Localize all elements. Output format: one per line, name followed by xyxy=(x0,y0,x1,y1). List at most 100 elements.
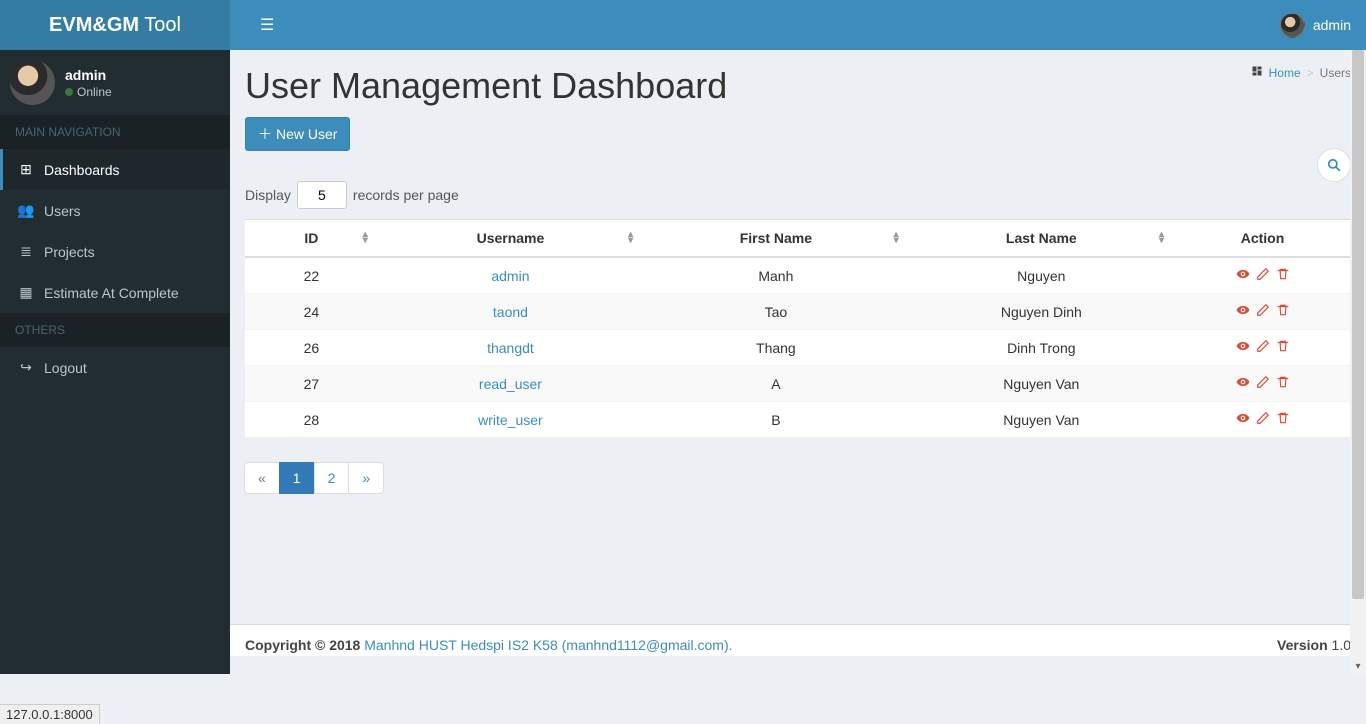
records-per-page-input[interactable] xyxy=(297,181,347,209)
cell-id: 26 xyxy=(245,330,378,366)
display-suffix: records per page xyxy=(353,187,459,203)
hamburger-icon[interactable]: ☰ xyxy=(245,0,289,50)
page-1[interactable]: 1 xyxy=(280,462,315,494)
col-last[interactable]: Last Name▴▾ xyxy=(909,220,1174,258)
view-icon[interactable] xyxy=(1236,339,1250,356)
page-2[interactable]: 2 xyxy=(315,462,350,494)
user-menu[interactable]: admin xyxy=(1280,13,1351,38)
content-wrapper: Home > Users User Management Dashboard ＋… xyxy=(230,50,1366,674)
sidebar: admin Online MAIN NAVIGATION ⊞ Dashboard… xyxy=(0,50,230,674)
calc-icon: ▦ xyxy=(18,284,34,301)
view-icon[interactable] xyxy=(1236,411,1250,428)
logout-icon: ↪ xyxy=(18,359,34,376)
cell-actions xyxy=(1174,257,1351,294)
cell-first: Tao xyxy=(643,294,908,330)
new-user-button[interactable]: ＋ New User xyxy=(245,117,350,151)
view-icon[interactable] xyxy=(1236,375,1250,392)
sidebar-item-eac[interactable]: ▦ Estimate At Complete xyxy=(0,272,230,313)
logo[interactable]: EVM&GM Tool xyxy=(0,0,230,50)
page-title: User Management Dashboard xyxy=(245,65,1351,107)
scrollbar-vertical[interactable]: ▾ xyxy=(1350,50,1366,674)
delete-icon[interactable] xyxy=(1276,339,1290,356)
cell-last: Dinh Trong xyxy=(909,330,1174,366)
username-link[interactable]: admin xyxy=(491,268,529,284)
breadcrumb-home[interactable]: Home xyxy=(1269,66,1301,80)
scroll-down-icon[interactable]: ▾ xyxy=(1350,658,1366,674)
cell-username: thangdt xyxy=(378,330,643,366)
copyright: Copyright © 2018 xyxy=(245,637,360,653)
sidebar-heading-others: OTHERS xyxy=(0,313,230,347)
sort-icon: ▴▾ xyxy=(894,232,899,244)
sidebar-heading-main: MAIN NAVIGATION xyxy=(0,115,230,149)
table-row: 22 admin ManhNguyen xyxy=(245,257,1351,294)
breadcrumb-current: Users xyxy=(1320,66,1351,80)
cell-username: write_user xyxy=(378,402,643,438)
table-row: 27read_userANguyen Van xyxy=(245,366,1351,402)
sort-icon: ▴▾ xyxy=(628,232,633,244)
navbar: ☰ admin xyxy=(230,0,1366,50)
breadcrumb: Home > Users xyxy=(1251,65,1351,80)
sidebar-item-label: Estimate At Complete xyxy=(44,285,179,301)
display-row: Display records per page xyxy=(245,181,1351,209)
content-header: Home > Users User Management Dashboard ＋… xyxy=(230,50,1366,151)
delete-icon[interactable] xyxy=(1276,375,1290,392)
edit-icon[interactable] xyxy=(1256,267,1270,284)
edit-icon[interactable] xyxy=(1256,339,1270,356)
delete-icon[interactable] xyxy=(1276,411,1290,428)
username-link[interactable]: write_user xyxy=(478,412,543,428)
user-status: Online xyxy=(65,85,112,99)
table-header-row: ID▴▾ Username▴▾ First Name▴▾ Last Name▴▾… xyxy=(245,220,1351,258)
delete-icon[interactable] xyxy=(1276,267,1290,284)
sidebar-item-dashboards[interactable]: ⊞ Dashboards xyxy=(0,149,230,190)
sidebar-item-logout[interactable]: ↪ Logout xyxy=(0,347,230,388)
user-panel: admin Online xyxy=(0,50,230,115)
username-link[interactable]: read_user xyxy=(479,376,542,392)
cell-actions xyxy=(1174,330,1351,366)
dashboard-icon: ⊞ xyxy=(18,161,34,178)
cell-username: read_user xyxy=(378,366,643,402)
plus-icon: ＋ xyxy=(258,124,272,144)
cell-first: Manh xyxy=(643,257,908,294)
content: Display records per page ID▴▾ Username▴▾… xyxy=(230,151,1366,534)
edit-icon[interactable] xyxy=(1256,375,1270,392)
username-link[interactable]: thangdt xyxy=(487,340,534,356)
delete-icon[interactable] xyxy=(1276,303,1290,320)
sidebar-item-users[interactable]: 👥 Users xyxy=(0,190,230,231)
cell-first: A xyxy=(643,366,908,402)
status-bar-url: 127.0.0.1:8000 xyxy=(0,704,100,724)
sidebar-item-label: Projects xyxy=(44,244,95,260)
page-next[interactable]: » xyxy=(349,462,384,494)
view-icon[interactable] xyxy=(1236,267,1250,284)
cell-actions xyxy=(1174,402,1351,438)
search-icon xyxy=(1327,158,1341,172)
users-icon: 👥 xyxy=(18,202,34,219)
footer-left: Copyright © 2018 Manhnd HUST Hedspi IS2 … xyxy=(245,637,733,656)
sort-icon: ▴▾ xyxy=(1159,232,1164,244)
col-username[interactable]: Username▴▾ xyxy=(378,220,643,258)
col-action: Action xyxy=(1174,220,1351,258)
sort-icon: ▴▾ xyxy=(363,232,368,244)
username-link[interactable]: taond xyxy=(493,304,528,320)
col-id[interactable]: ID▴▾ xyxy=(245,220,378,258)
scrollbar-thumb[interactable] xyxy=(1352,50,1364,599)
table-row: 28write_userBNguyen Van xyxy=(245,402,1351,438)
table-row: 26thangdtThangDinh Trong xyxy=(245,330,1351,366)
cell-last: Nguyen xyxy=(909,257,1174,294)
avatar-icon xyxy=(1280,13,1305,38)
cell-actions xyxy=(1174,294,1351,330)
version-value: 1.0 xyxy=(1328,637,1351,653)
table-row: 24taondTaoNguyen Dinh xyxy=(245,294,1351,330)
edit-icon[interactable] xyxy=(1256,303,1270,320)
cell-id: 22 xyxy=(245,257,378,294)
cell-username: taond xyxy=(378,294,643,330)
view-icon[interactable] xyxy=(1236,303,1250,320)
cell-username: admin xyxy=(378,257,643,294)
col-first[interactable]: First Name▴▾ xyxy=(643,220,908,258)
user-info: admin Online xyxy=(65,67,112,99)
edit-icon[interactable] xyxy=(1256,411,1270,428)
footer-link[interactable]: Manhnd HUST Hedspi IS2 K58 (manhnd1112@g… xyxy=(364,637,732,653)
brand-light: Tool xyxy=(139,14,181,36)
search-toggle-button[interactable] xyxy=(1317,148,1351,182)
sidebar-item-projects[interactable]: ≣ Projects xyxy=(0,231,230,272)
projects-icon: ≣ xyxy=(18,243,34,260)
